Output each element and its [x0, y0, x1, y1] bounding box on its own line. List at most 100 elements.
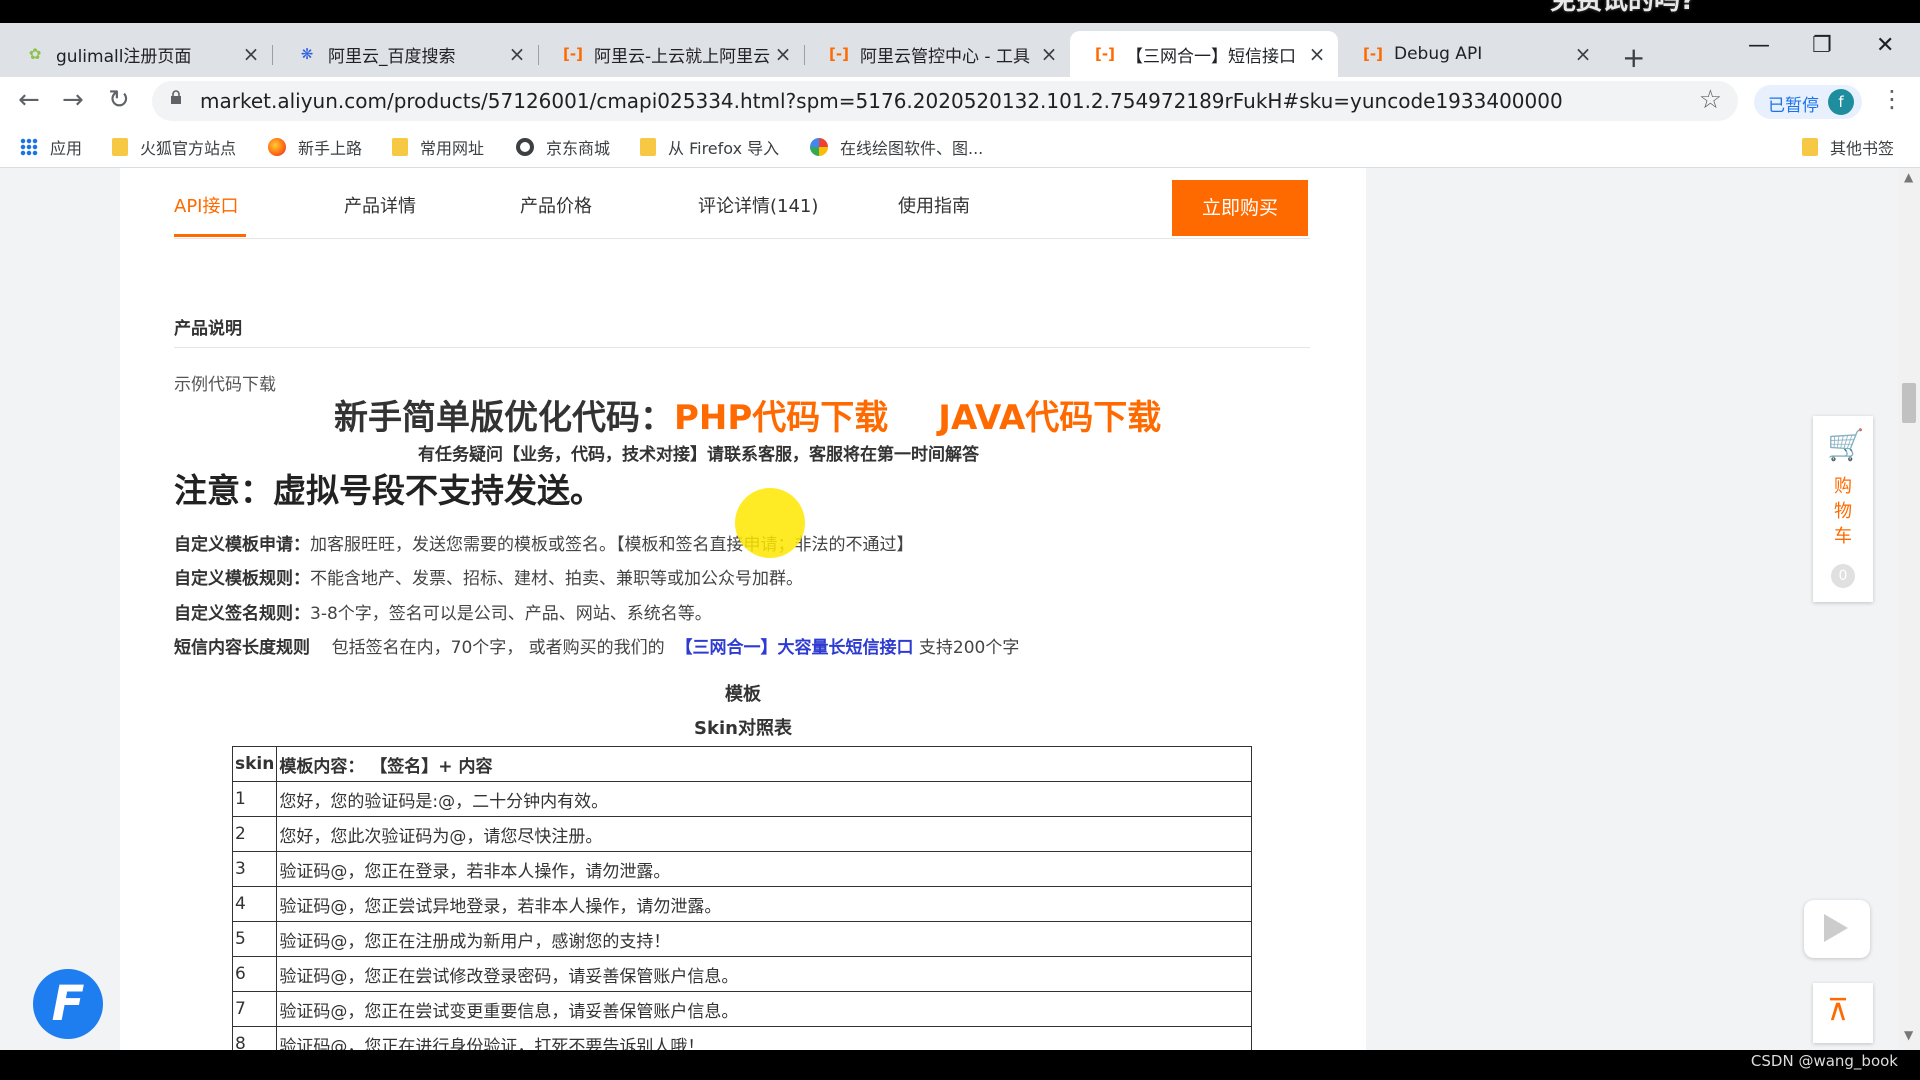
template-title: 模板	[725, 684, 761, 705]
product-card: API接口 产品详情 产品价格 评论详情(141) 使用指南 立即购买 产品说明…	[120, 168, 1366, 1050]
skin-id: 5	[231, 921, 278, 957]
bookmark-firefox-import[interactable]: 从 Firefox 导入	[640, 135, 779, 159]
aliyun-icon: [-]	[1095, 45, 1115, 63]
reload-icon[interactable]: ↻	[108, 85, 130, 115]
profile-button[interactable]: 已暂停 f	[1754, 85, 1862, 119]
tab-strip: ✿ gulimall注册页面 × ❋ 阿里云_百度搜索 × [-] 阿里云-上云…	[0, 23, 1920, 77]
bookmark-other[interactable]: 其他书签	[1802, 135, 1894, 159]
apps-grid-icon	[20, 138, 38, 156]
table-row: 7 验证码@，您正在尝试变更重要信息，请妥善保管账户信息。	[231, 991, 1252, 1027]
tab-sms-api[interactable]: [-] 【三网合一】短信接口 ×	[1070, 31, 1338, 77]
table-row: 1 您好，您的验证码是:@，二十分钟内有效。	[231, 781, 1252, 817]
folder-icon	[1802, 138, 1818, 156]
bookmark-label: 其他书签	[1830, 139, 1895, 158]
template-text: 验证码@，您正尝试异地登录，若非本人操作，请勿泄露。	[276, 886, 1252, 922]
shopping-cart-widget[interactable]: 🛒 购物车 0	[1813, 416, 1873, 602]
template-text: 验证码@，您正在注册成为新用户，感谢您的支持！	[276, 921, 1252, 957]
bookmark-star-icon[interactable]: ☆	[1699, 85, 1722, 115]
tab-reviews[interactable]: 评论详情(141)	[698, 192, 818, 218]
arrow-up-icon: ⊼	[1827, 993, 1849, 1028]
folder-icon	[112, 138, 128, 156]
floating-f-logo[interactable]: F	[33, 969, 103, 1039]
tab-aliyun-console[interactable]: [-] 阿里云管控中心 - 工具 ×	[804, 31, 1070, 77]
sample-code-label: 示例代码下载	[174, 375, 276, 395]
aliyun-icon: [-]	[1363, 45, 1383, 63]
tab-debug-api[interactable]: [-] Debug API ×	[1338, 31, 1604, 77]
table-row: 8 验证码@，您正在进行身份验证，打死不要告诉别人哦！	[231, 1026, 1252, 1050]
tab-title: 【三网合一】短信接口	[1126, 46, 1296, 67]
tab-product-detail[interactable]: 产品详情	[344, 192, 416, 218]
skin-table: skin 模板内容： 【签名】+ 内容 1 您好，您的验证码是:@，二十分钟内有效…	[231, 746, 1252, 1050]
browser-menu-icon[interactable]: ⋮	[1880, 85, 1904, 113]
drawing-app-icon	[810, 138, 828, 156]
column-header: skin	[231, 746, 278, 782]
close-icon[interactable]: ×	[772, 42, 794, 66]
php-download-link[interactable]: PHP代码下载	[674, 398, 888, 438]
bookmark-getting-started[interactable]: 新手上路	[268, 135, 362, 159]
scrollbar-thumb[interactable]	[1902, 383, 1916, 423]
aliyun-icon: [-]	[563, 45, 583, 63]
back-icon[interactable]: ←	[18, 85, 40, 115]
firefox-icon	[268, 138, 286, 156]
skin-table-title: Skin对照表	[694, 718, 792, 739]
bookmark-apps[interactable]: 应用	[20, 135, 82, 159]
product-nav: API接口 产品详情 产品价格 评论详情(141) 使用指南 立即购买	[174, 178, 1310, 239]
browser-toolbar: ← → ↻ market.aliyun.com/products/5712600…	[0, 77, 1920, 125]
code-download-line: 新手简单版优化代码：PHP代码下载 JAVA代码下载	[334, 390, 1161, 439]
aliyun-icon: [-]	[829, 45, 849, 63]
virtual-number-notice: 注意：虚拟号段不支持发送。	[174, 471, 603, 510]
divider	[174, 347, 1310, 348]
bookmark-label: 新手上路	[298, 139, 363, 158]
minimize-icon[interactable]: —	[1748, 33, 1770, 58]
long-sms-api-link[interactable]: 【三网合一】大容量长短信接口	[675, 638, 913, 658]
skin-id: 4	[231, 886, 278, 922]
vertical-scrollbar[interactable]: ▲ ▼	[1898, 168, 1920, 1050]
rule-label: 自定义签名规则：	[174, 604, 310, 624]
scroll-up-icon[interactable]: ▲	[1904, 170, 1913, 184]
tab-usage-guide[interactable]: 使用指南	[898, 192, 970, 218]
tab-product-price[interactable]: 产品价格	[520, 192, 592, 218]
close-icon[interactable]: ×	[1038, 42, 1060, 66]
rule-label: 自定义模板规则：	[174, 569, 310, 589]
tab-api[interactable]: API接口	[174, 192, 238, 218]
bookmark-firefox-site[interactable]: 火狐官方站点	[112, 135, 236, 159]
tab-gulimall[interactable]: ✿ gulimall注册页面 ×	[0, 31, 272, 77]
template-text: 验证码@，您正在尝试变更重要信息，请妥善保管账户信息。	[276, 991, 1252, 1027]
close-icon[interactable]: ×	[1306, 42, 1328, 66]
bookmark-online-drawing[interactable]: 在线绘图软件、图...	[810, 135, 983, 159]
forward-icon[interactable]: →	[62, 85, 84, 115]
template-text: 您好，您的验证码是:@，二十分钟内有效。	[276, 781, 1252, 817]
buy-now-button[interactable]: 立即购买	[1172, 180, 1308, 236]
scroll-down-icon[interactable]: ▼	[1904, 1028, 1913, 1042]
rule-template-rules: 自定义模板规则：不能含地产、发票、招标、建材、拍卖、兼职等或加公众号加群。	[174, 564, 803, 589]
bookmark-label: 从 Firefox 导入	[668, 139, 780, 158]
folder-icon	[640, 138, 656, 156]
url-text[interactable]: market.aliyun.com/products/57126001/cmap…	[200, 89, 1563, 113]
rule-text: 加客服旺旺，发送您需要的模板或签名。【模板和签名直接申请；非法的不通过】	[310, 535, 914, 555]
cart-label: 购物车	[1834, 476, 1852, 547]
page-content: API接口 产品详情 产品价格 评论详情(141) 使用指南 立即购买 产品说明…	[0, 168, 1920, 1050]
column-header: 模板内容： 【签名】+ 内容	[276, 746, 1252, 782]
video-overlay-caption: 免费试的吗?	[1550, 0, 1696, 16]
play-icon	[1824, 914, 1848, 942]
tab-aliyun-home[interactable]: [-] 阿里云-上云就上阿里云 ×	[538, 31, 804, 77]
bookmark-common-urls[interactable]: 常用网址	[392, 135, 484, 159]
window-close-icon[interactable]: ✕	[1876, 33, 1894, 58]
close-icon[interactable]: ×	[1572, 42, 1594, 66]
bookmark-jd[interactable]: 京东商城	[516, 135, 610, 159]
close-icon[interactable]: ×	[506, 42, 528, 66]
tab-title: 阿里云_百度搜索	[328, 46, 456, 67]
cart-count-badge: 0	[1831, 564, 1855, 588]
skin-id: 1	[231, 781, 278, 817]
back-to-top-button[interactable]: ⊼	[1813, 983, 1873, 1043]
browser-window: ✿ gulimall注册页面 × ❋ 阿里云_百度搜索 × [-] 阿里云-上云…	[0, 23, 1920, 1050]
java-download-link[interactable]: JAVA代码下载	[938, 398, 1161, 438]
support-note: 有任务疑问【业务，代码，技术对接】请联系客服，客服将在第一时间解答	[418, 445, 979, 465]
new-tab-button[interactable]: +	[1622, 41, 1645, 74]
video-player-widget[interactable]	[1804, 900, 1870, 958]
tab-title: Debug API	[1394, 44, 1483, 64]
restore-icon[interactable]: ❐	[1812, 33, 1832, 58]
address-bar[interactable]: market.aliyun.com/products/57126001/cmap…	[152, 81, 1738, 121]
close-icon[interactable]: ×	[240, 42, 262, 66]
tab-baidu[interactable]: ❋ 阿里云_百度搜索 ×	[272, 31, 538, 77]
